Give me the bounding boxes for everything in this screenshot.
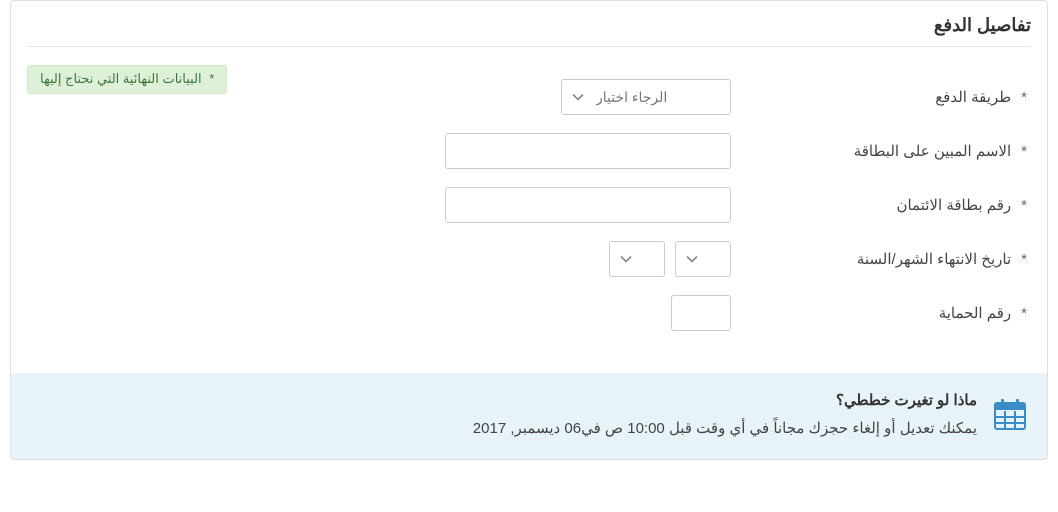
expiry-year-select[interactable] (609, 241, 665, 277)
asterisk-icon: * (1021, 251, 1027, 268)
label-name-on-card: * الاسم المبين على البطاقة (731, 142, 1031, 160)
panel-title: تفاصيل الدفع (27, 15, 1031, 36)
name-on-card-input[interactable] (445, 133, 731, 169)
label-text: رقم الحماية (939, 304, 1011, 322)
label-card-number: * رقم بطاقة الائتمان (731, 196, 1031, 214)
asterisk-icon: * (1021, 143, 1027, 160)
panel-header: تفاصيل الدفع (11, 1, 1047, 46)
info-description: يمكنك تعديل أو إلغاء حجزك مجاناً في أي و… (31, 419, 977, 437)
asterisk-icon: * (1021, 89, 1027, 106)
label-text: تاريخ الانتهاء الشهر/السنة (857, 250, 1011, 268)
info-text: ماذا لو تغيرت خططي؟ يمكنك تعديل أو إلغاء… (31, 391, 977, 437)
asterisk-icon: * (209, 71, 214, 86)
label-payment-method: * طريقة الدفع (731, 88, 1031, 106)
form-rows: * طريقة الدفع الرجاء اختيار * الاسم المب… (27, 79, 1031, 331)
card-number-input[interactable] (445, 187, 731, 223)
row-expiry: * تاريخ الانتهاء الشهر/السنة (27, 241, 1031, 277)
payment-method-select[interactable]: الرجاء اختيار (561, 79, 731, 115)
label-text: طريقة الدفع (935, 88, 1011, 106)
info-title: ماذا لو تغيرت خططي؟ (31, 391, 977, 409)
required-fields-badge: * البيانات النهائية التي نحتاج إليها (27, 65, 227, 94)
panel-body: * البيانات النهائية التي نحتاج إليها * ط… (11, 47, 1047, 373)
label-cvv: * رقم الحماية (731, 304, 1031, 322)
label-text: الاسم المبين على البطاقة (854, 142, 1011, 160)
row-card-number: * رقم بطاقة الائتمان (27, 187, 1031, 223)
chevron-down-icon (686, 253, 698, 265)
asterisk-icon: * (1021, 305, 1027, 322)
cvv-input[interactable] (671, 295, 731, 331)
calendar-icon (993, 397, 1027, 431)
asterisk-icon: * (1021, 197, 1027, 214)
chevron-down-icon (620, 253, 632, 265)
select-placeholder: الرجاء اختيار (596, 89, 667, 106)
row-cvv: * رقم الحماية (27, 295, 1031, 331)
row-name-on-card: * الاسم المبين على البطاقة (27, 133, 1031, 169)
info-box: ماذا لو تغيرت خططي؟ يمكنك تعديل أو إلغاء… (11, 373, 1047, 459)
payment-details-panel: تفاصيل الدفع * البيانات النهائية التي نح… (10, 0, 1048, 460)
expiry-month-select[interactable] (675, 241, 731, 277)
label-text: رقم بطاقة الائتمان (896, 196, 1011, 214)
chevron-down-icon (572, 91, 584, 103)
label-expiry: * تاريخ الانتهاء الشهر/السنة (731, 250, 1031, 268)
required-fields-text: البيانات النهائية التي نحتاج إليها (40, 71, 202, 86)
